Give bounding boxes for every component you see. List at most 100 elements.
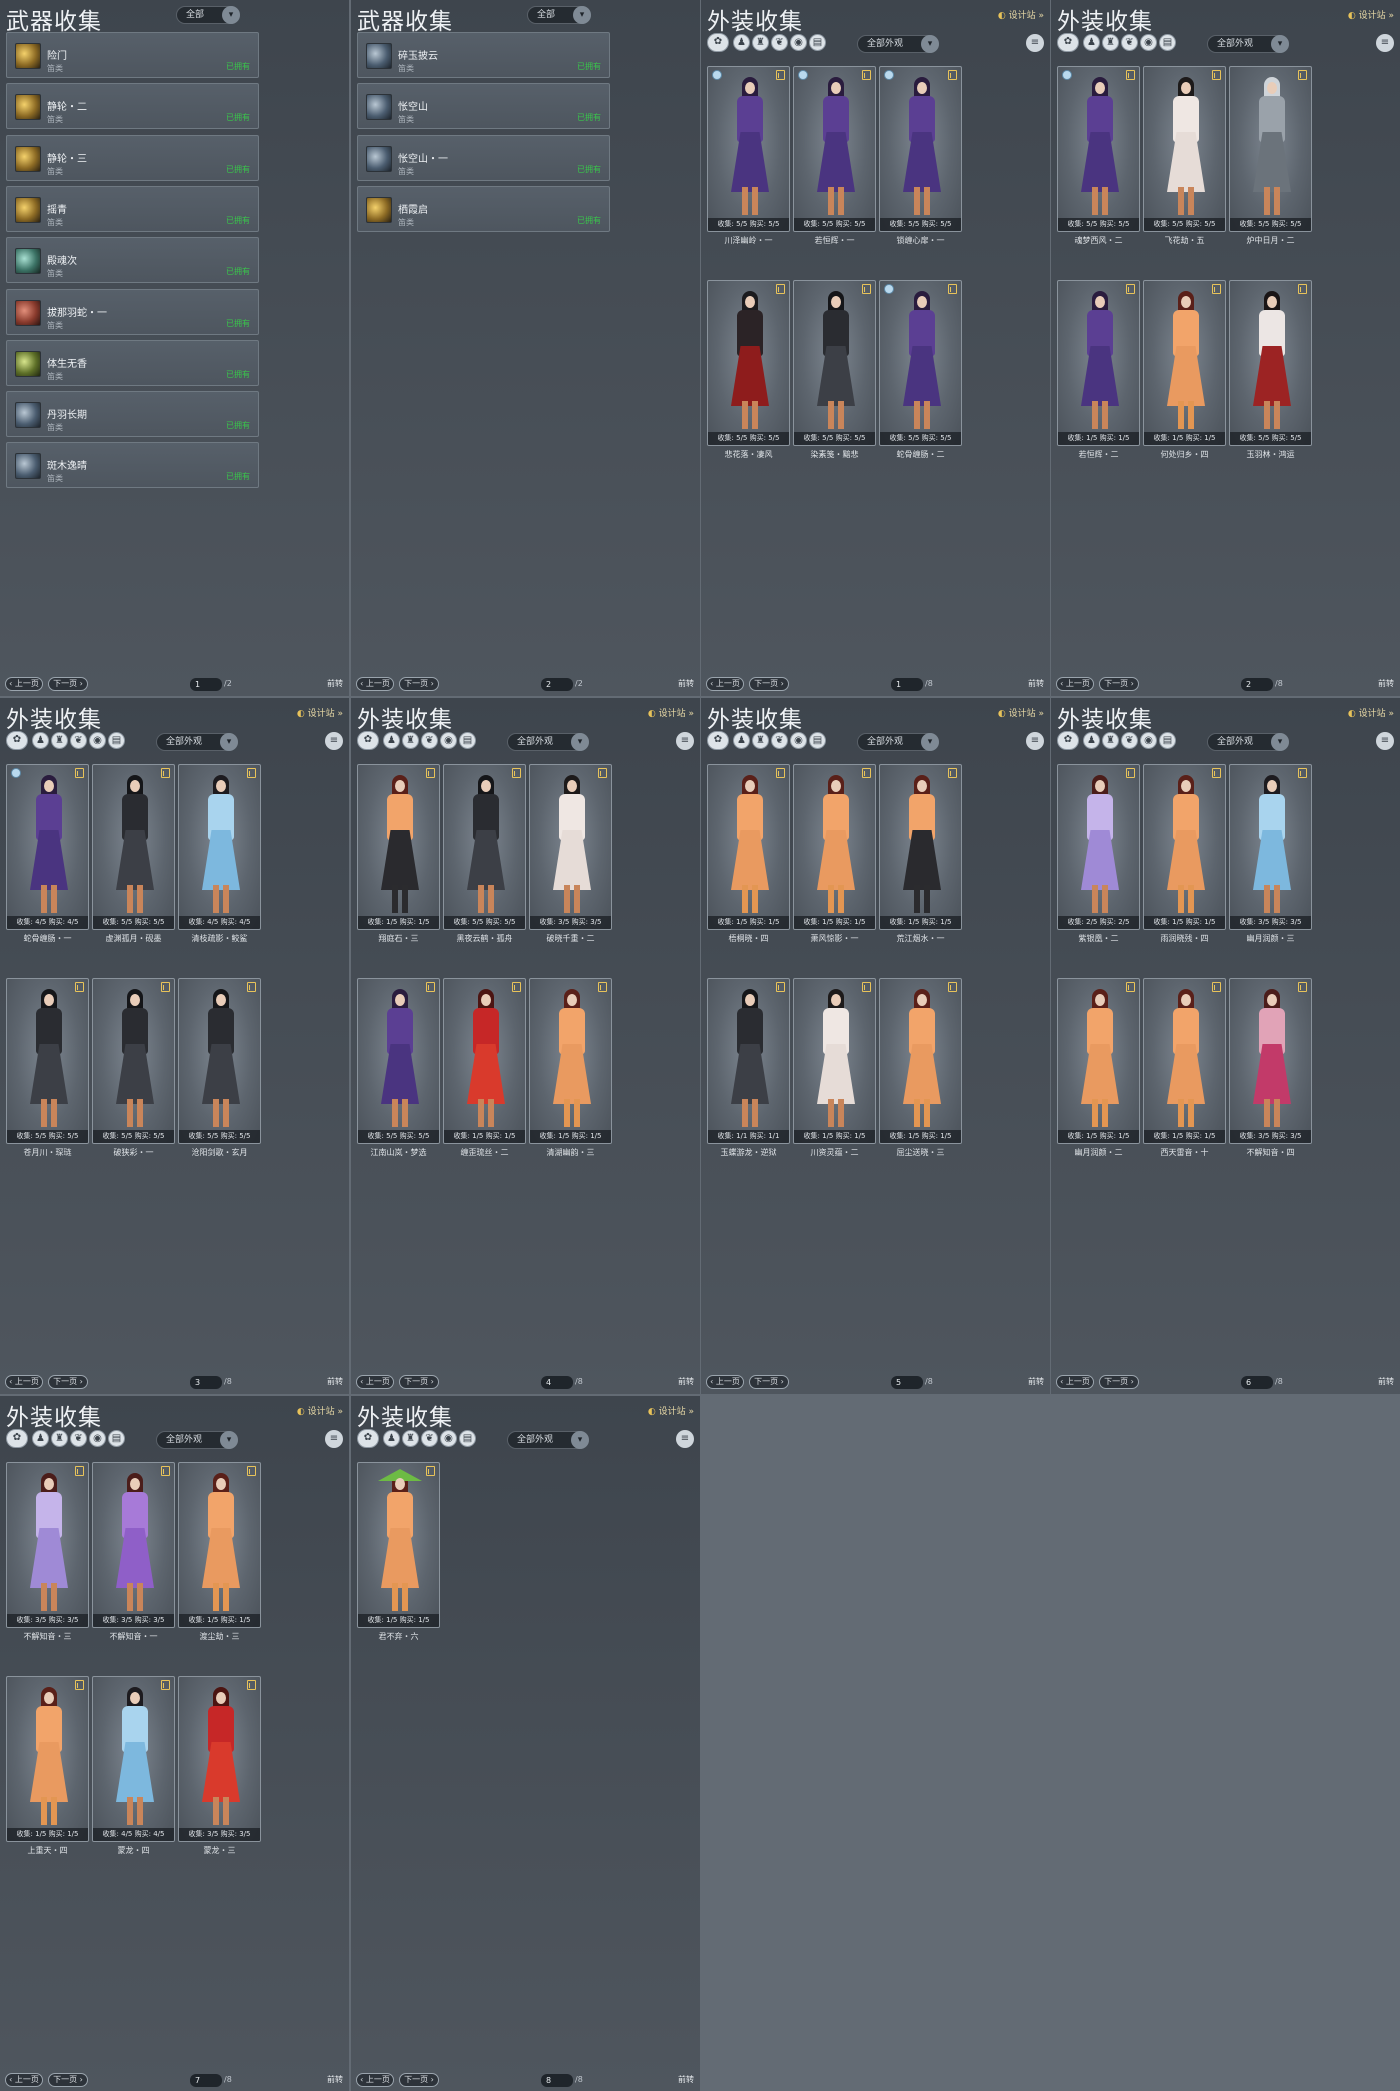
mask-icon[interactable]: ◉ bbox=[1140, 34, 1157, 51]
outfit-card[interactable]: 收集: 4/5 购买: 4/5 bbox=[178, 764, 261, 930]
prev-page-button[interactable]: ‹ 上一页 bbox=[5, 1375, 43, 1389]
prev-page-button[interactable]: ‹ 上一页 bbox=[1056, 1375, 1094, 1389]
jump-button[interactable]: 前转 bbox=[327, 2074, 343, 2085]
trash-icon[interactable] bbox=[776, 284, 785, 294]
bottom-icon[interactable]: ♜ bbox=[752, 732, 769, 749]
prev-page-button[interactable]: ‹ 上一页 bbox=[356, 677, 394, 691]
design-store-link[interactable]: ◐ 设计站 » bbox=[1348, 706, 1394, 719]
outfit-card[interactable]: 收集: 3/5 购买: 3/5 bbox=[529, 764, 612, 930]
outfit-card[interactable]: 收集: 1/5 购买: 1/5 bbox=[1143, 978, 1226, 1144]
feather-icon[interactable]: ❦ bbox=[771, 34, 788, 51]
outfit-card[interactable]: 收集: 4/5 购买: 4/5 bbox=[92, 1676, 175, 1842]
trash-icon[interactable] bbox=[247, 1466, 256, 1476]
all-outfits-icon[interactable]: ✿ bbox=[1057, 33, 1079, 52]
design-store-link[interactable]: ◐ 设计站 » bbox=[297, 706, 343, 719]
prev-page-button[interactable]: ‹ 上一页 bbox=[356, 1375, 394, 1389]
book-icon[interactable]: ▤ bbox=[1159, 34, 1176, 51]
trash-icon[interactable] bbox=[1212, 284, 1221, 294]
trash-icon[interactable] bbox=[426, 982, 435, 992]
trash-icon[interactable] bbox=[426, 1466, 435, 1476]
outfit-card[interactable]: 收集: 1/5 购买: 1/5 bbox=[1143, 280, 1226, 446]
page-number-input[interactable]: 2 bbox=[1241, 678, 1273, 691]
outfit-card[interactable]: 收集: 3/5 购买: 3/5 bbox=[6, 1462, 89, 1628]
trash-icon[interactable] bbox=[776, 768, 785, 778]
all-outfits-icon[interactable]: ✿ bbox=[707, 33, 729, 52]
filter-dropdown[interactable]: 全部外观 ▾ bbox=[857, 733, 939, 751]
design-store-link[interactable]: ◐ 设计站 » bbox=[297, 1404, 343, 1417]
feather-icon[interactable]: ❦ bbox=[1121, 732, 1138, 749]
page-number-input[interactable]: 4 bbox=[541, 1376, 573, 1389]
mask-icon[interactable]: ◉ bbox=[89, 1430, 106, 1447]
jump-button[interactable]: 前转 bbox=[1028, 1376, 1044, 1387]
weapon-row[interactable]: 怅空山・一 笛类 已拥有 bbox=[357, 134, 610, 181]
page-number-input[interactable]: 8 bbox=[541, 2074, 573, 2087]
next-page-button[interactable]: 下一页 › bbox=[399, 2073, 439, 2087]
trash-icon[interactable] bbox=[161, 982, 170, 992]
design-store-link[interactable]: ◐ 设计站 » bbox=[648, 706, 694, 719]
top-icon[interactable]: ♟ bbox=[733, 34, 750, 51]
weapon-row[interactable]: 栖霞启 笛类 已拥有 bbox=[357, 185, 610, 232]
trash-icon[interactable] bbox=[1126, 768, 1135, 778]
trash-icon[interactable] bbox=[862, 982, 871, 992]
book-icon[interactable]: ▤ bbox=[108, 732, 125, 749]
trash-icon[interactable] bbox=[426, 768, 435, 778]
outfit-card[interactable]: 收集: 1/5 购买: 1/5 bbox=[793, 764, 876, 930]
filter-dropdown[interactable]: 全部外观 ▾ bbox=[156, 733, 238, 751]
all-outfits-icon[interactable]: ✿ bbox=[6, 1429, 28, 1448]
prev-page-button[interactable]: ‹ 上一页 bbox=[706, 677, 744, 691]
next-page-button[interactable]: 下一页 › bbox=[48, 2073, 88, 2087]
trash-icon[interactable] bbox=[247, 768, 256, 778]
outfit-card[interactable]: 收集: 1/5 购买: 1/5 bbox=[707, 764, 790, 930]
trash-icon[interactable] bbox=[948, 982, 957, 992]
design-store-link[interactable]: ◐ 设计站 » bbox=[998, 8, 1044, 21]
outfit-card[interactable]: 收集: 5/5 购买: 5/5 bbox=[92, 978, 175, 1144]
all-outfits-icon[interactable]: ✿ bbox=[1057, 731, 1079, 750]
jump-button[interactable]: 前转 bbox=[678, 678, 694, 689]
trash-icon[interactable] bbox=[1298, 70, 1307, 80]
bottom-icon[interactable]: ♜ bbox=[1102, 732, 1119, 749]
trash-icon[interactable] bbox=[75, 1466, 84, 1476]
weapon-row[interactable]: 拔那羽蛇・一 笛类 已拥有 bbox=[6, 288, 259, 335]
list-view-icon[interactable]: ≡ bbox=[325, 732, 343, 750]
outfit-card[interactable]: 收集: 5/5 购买: 5/5 bbox=[879, 66, 962, 232]
outfit-card[interactable]: 收集: 1/5 购买: 1/5 bbox=[879, 764, 962, 930]
trash-icon[interactable] bbox=[948, 70, 957, 80]
outfit-card[interactable]: 收集: 1/5 购买: 1/5 bbox=[6, 1676, 89, 1842]
filter-dropdown[interactable]: 全部 ▾ bbox=[176, 6, 240, 24]
bottom-icon[interactable]: ♜ bbox=[51, 732, 68, 749]
jump-button[interactable]: 前转 bbox=[1028, 678, 1044, 689]
trash-icon[interactable] bbox=[948, 284, 957, 294]
weapon-row[interactable]: 怅空山 笛类 已拥有 bbox=[357, 83, 610, 130]
bottom-icon[interactable]: ♜ bbox=[51, 1430, 68, 1447]
book-icon[interactable]: ▤ bbox=[809, 34, 826, 51]
prev-page-button[interactable]: ‹ 上一页 bbox=[5, 677, 43, 691]
outfit-card[interactable]: 收集: 5/5 购买: 5/5 bbox=[707, 280, 790, 446]
page-number-input[interactable]: 6 bbox=[1241, 1376, 1273, 1389]
filter-dropdown[interactable]: 全部 ▾ bbox=[527, 6, 591, 24]
trash-icon[interactable] bbox=[1126, 982, 1135, 992]
jump-button[interactable]: 前转 bbox=[1378, 1376, 1394, 1387]
trash-icon[interactable] bbox=[1298, 982, 1307, 992]
jump-button[interactable]: 前转 bbox=[678, 1376, 694, 1387]
trash-icon[interactable] bbox=[1212, 768, 1221, 778]
weapon-row[interactable]: 静轮・三 笛类 已拥有 bbox=[6, 134, 259, 181]
trash-icon[interactable] bbox=[1298, 768, 1307, 778]
outfit-card[interactable]: 收集: 5/5 购买: 5/5 bbox=[1229, 66, 1312, 232]
filter-dropdown[interactable]: 全部外观 ▾ bbox=[857, 35, 939, 53]
outfit-card[interactable]: 收集: 1/5 购买: 1/5 bbox=[1143, 764, 1226, 930]
top-icon[interactable]: ♟ bbox=[1083, 34, 1100, 51]
page-number-input[interactable]: 1 bbox=[891, 678, 923, 691]
book-icon[interactable]: ▤ bbox=[809, 732, 826, 749]
outfit-card[interactable]: 收集: 1/5 购买: 1/5 bbox=[879, 978, 962, 1144]
outfit-card[interactable]: 收集: 1/5 购买: 1/5 bbox=[1057, 978, 1140, 1144]
weapon-row[interactable]: 体生无香 笛类 已拥有 bbox=[6, 339, 259, 386]
outfit-card[interactable]: 收集: 1/5 购买: 1/5 bbox=[1057, 280, 1140, 446]
feather-icon[interactable]: ❦ bbox=[421, 1430, 438, 1447]
trash-icon[interactable] bbox=[776, 982, 785, 992]
trash-icon[interactable] bbox=[75, 768, 84, 778]
weapon-row[interactable]: 摇青 笛类 已拥有 bbox=[6, 185, 259, 232]
all-outfits-icon[interactable]: ✿ bbox=[357, 731, 379, 750]
list-view-icon[interactable]: ≡ bbox=[1026, 34, 1044, 52]
trash-icon[interactable] bbox=[1298, 284, 1307, 294]
trash-icon[interactable] bbox=[512, 982, 521, 992]
